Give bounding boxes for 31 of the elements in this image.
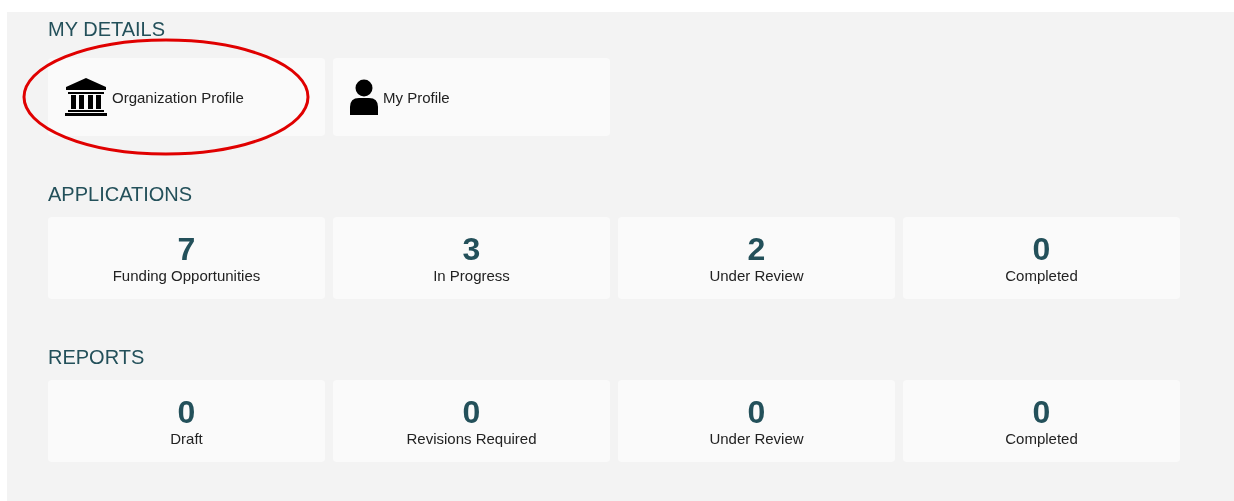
stat-card[interactable]: 7 Funding Opportunities (48, 217, 325, 299)
profile-card[interactable]: My Profile (333, 58, 610, 136)
stat-count: 0 (462, 394, 481, 430)
stat-card[interactable]: 0 Under Review (618, 380, 895, 462)
stat-count: 0 (1032, 231, 1051, 267)
stat-count: 0 (747, 394, 766, 430)
stat-label: Under Review (709, 430, 804, 448)
stat-count: 0 (177, 394, 196, 430)
stat-label: In Progress (433, 267, 510, 285)
person-icon (349, 79, 379, 115)
stat-label: Funding Opportunities (112, 267, 261, 285)
stat-card[interactable]: 3 In Progress (333, 217, 610, 299)
stat-count: 3 (462, 231, 481, 267)
profile-card[interactable]: Organization Profile (48, 58, 325, 136)
section-heading: MY DETAILS (48, 17, 167, 41)
stat-card[interactable]: 2 Under Review (618, 217, 895, 299)
stat-label: Completed (1005, 430, 1078, 448)
stat-count: 2 (747, 231, 766, 267)
stat-label: Revisions Required (406, 430, 537, 448)
stat-label: Draft (170, 430, 203, 448)
stat-count: 0 (1032, 394, 1051, 430)
stat-count: 7 (177, 231, 196, 267)
stat-card[interactable]: 0 Revisions Required (333, 380, 610, 462)
stat-card[interactable]: 0 Completed (903, 380, 1180, 462)
stat-card[interactable]: 0 Completed (903, 217, 1180, 299)
stat-card[interactable]: 0 Draft (48, 380, 325, 462)
section-heading: REPORTS (48, 345, 146, 369)
building-icon (64, 77, 108, 117)
section-heading: APPLICATIONS (48, 182, 194, 206)
stat-label: Completed (1005, 267, 1078, 285)
stat-label: Under Review (709, 267, 804, 285)
